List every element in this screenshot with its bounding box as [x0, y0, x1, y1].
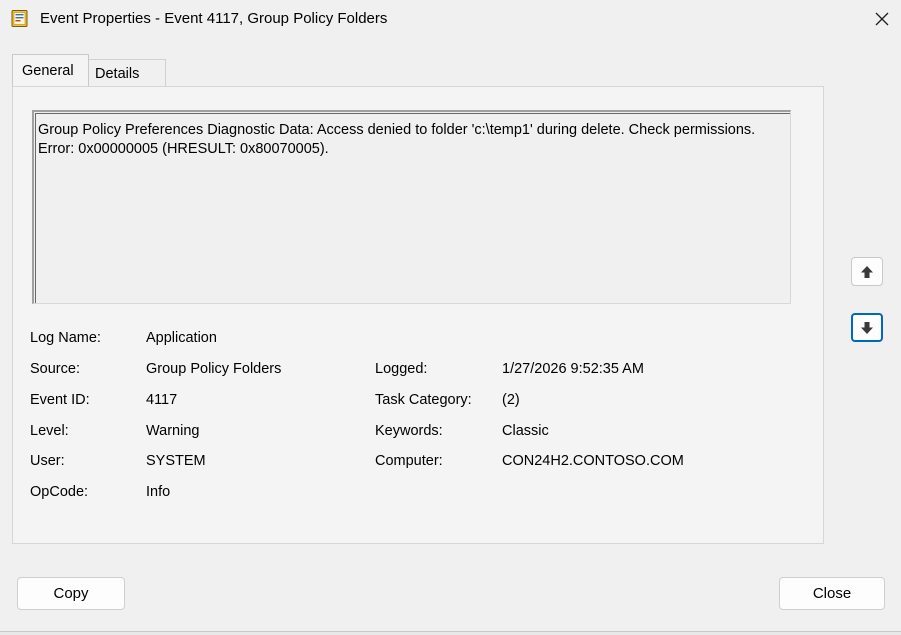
task-category-value: (2)	[502, 392, 520, 408]
event-description-text: Group Policy Preferences Diagnostic Data…	[38, 122, 756, 157]
close-button[interactable]: Close	[779, 577, 885, 610]
tab-details[interactable]: Details	[89, 59, 166, 87]
event-id-label: Event ID:	[30, 392, 90, 408]
user-value: SYSTEM	[146, 453, 206, 469]
title-bar: Event Properties - Event 4117, Group Pol…	[0, 0, 901, 40]
next-event-button[interactable]	[851, 313, 883, 342]
event-viewer-icon	[11, 10, 28, 27]
task-category-label: Task Category:	[375, 392, 472, 408]
computer-value: CON24H2.CONTOSO.COM	[502, 453, 684, 469]
tab-general[interactable]: General	[12, 54, 89, 86]
arrow-up-icon	[861, 265, 873, 278]
window-bottom-edge	[0, 631, 901, 635]
close-icon	[875, 12, 889, 26]
keywords-label: Keywords:	[375, 423, 443, 439]
user-label: User:	[30, 453, 65, 469]
level-value: Warning	[146, 423, 200, 439]
source-label: Source:	[30, 361, 80, 377]
computer-label: Computer:	[375, 453, 443, 469]
log-name-label: Log Name:	[30, 330, 101, 346]
opcode-label: OpCode:	[30, 484, 89, 500]
logged-value: 1/27/2026 9:52:35 AM	[502, 361, 644, 377]
opcode-value: Info	[146, 484, 171, 500]
keywords-value: Classic	[502, 423, 549, 439]
event-description-box[interactable]: Group Policy Preferences Diagnostic Data…	[32, 110, 791, 304]
log-name-value: Application	[146, 330, 217, 346]
level-label: Level:	[30, 423, 69, 439]
source-value: Group Policy Folders	[146, 361, 282, 377]
event-id-value: 4117	[146, 392, 178, 408]
window-title: Event Properties - Event 4117, Group Pol…	[40, 10, 388, 27]
arrow-down-icon	[861, 321, 873, 334]
window-close-button[interactable]	[866, 2, 898, 36]
previous-event-button[interactable]	[851, 257, 883, 286]
logged-label: Logged:	[375, 361, 428, 377]
copy-button[interactable]: Copy	[17, 577, 125, 610]
